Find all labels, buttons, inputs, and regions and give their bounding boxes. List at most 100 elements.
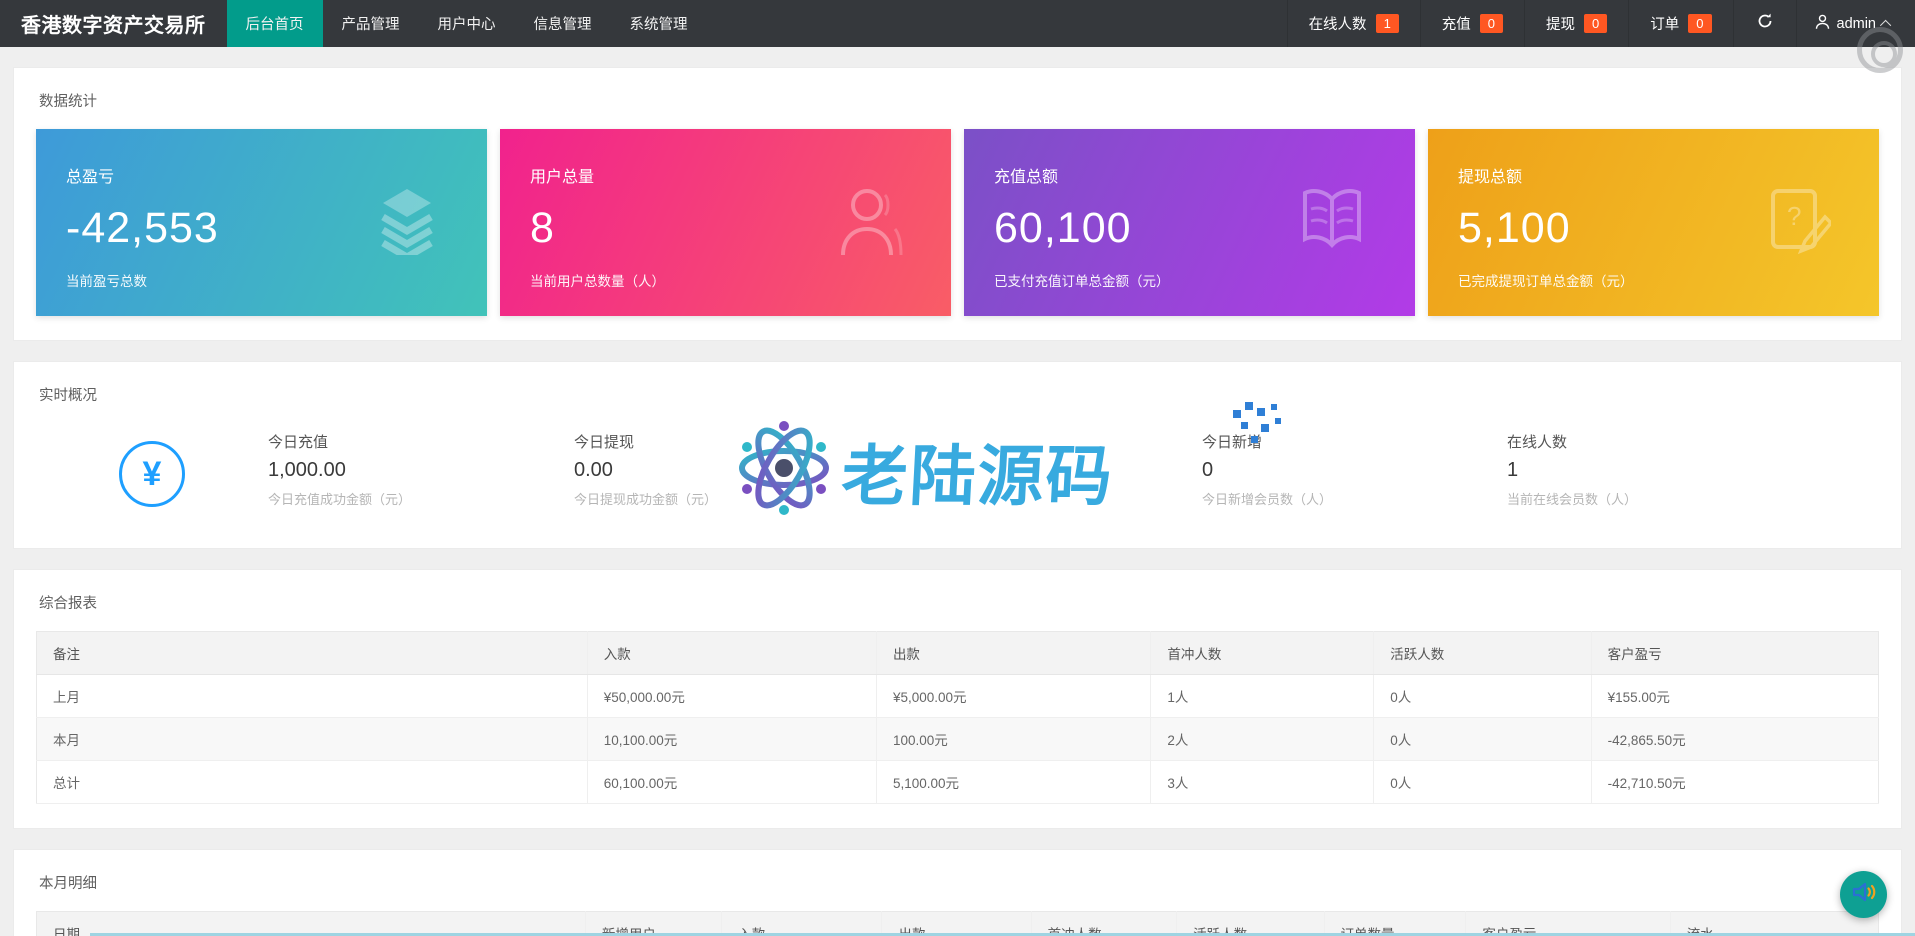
brand-title: 香港数字资产交易所 [21, 15, 206, 37]
card-total-users: 用户总量 8 当前用户总数量（人） [500, 129, 951, 316]
item-desc: 今日提现成功金额（元） [574, 492, 718, 507]
tab-system[interactable]: 系统管理 [611, 0, 707, 47]
main-nav: 后台首页 产品管理 用户中心 信息管理 系统管理 [226, 0, 707, 47]
column-header: 出款 [875, 631, 1151, 675]
column-header: 备注 [36, 631, 588, 675]
table-row: 上月 ¥50,000.00元 ¥5,000.00元 1人 0人 ¥155.00元 [36, 674, 1879, 718]
cell: -42,710.50元 [1590, 760, 1879, 804]
layers-icon [375, 187, 439, 262]
speaker-icon [1850, 878, 1878, 911]
item-value: 0 [1202, 459, 1214, 481]
table-header-row: 备注 入款 出款 首冲人数 活跃人数 客户盈亏 [36, 631, 1879, 675]
recharge-count-item[interactable]: 充值 0 [1419, 0, 1524, 47]
card-subtitle: 当前用户总数量（人） [530, 274, 665, 289]
svg-text:?: ? [1787, 201, 1801, 231]
cell: 1人 [1150, 674, 1374, 718]
detail-panel: 本月明细 日期 新增用户 入款 出款 首冲人数 活跃人数 订单数量 客户盈亏 流… [13, 849, 1902, 936]
realtime-panel: 实时概况 ¥ 今日充值 1,000.00 今日充值成功金额（元） 今日提现 0.… [13, 361, 1902, 549]
document-edit-icon: ? [1767, 187, 1834, 260]
realtime-item-today-new: 今日新增 0 今日新增会员数（人） [1202, 431, 1507, 508]
cell: 0人 [1373, 717, 1592, 761]
top-navbar: 香港数字资产交易所 后台首页 产品管理 用户中心 信息管理 系统管理 在线人数 … [0, 0, 1915, 73]
cell: 本月 [36, 717, 588, 761]
corner-watermark-logo [1857, 27, 1903, 73]
recharge-count-badge: 0 [1479, 14, 1504, 33]
card-title: 提现总额 [1458, 169, 1523, 186]
cell: 100.00元 [875, 717, 1151, 761]
recharge-count-label: 充值 [1441, 17, 1471, 33]
card-title: 充值总额 [994, 169, 1059, 186]
withdraw-count-item[interactable]: 提现 0 [1524, 0, 1628, 47]
tab-info[interactable]: 信息管理 [515, 0, 611, 47]
cell: 5,100.00元 [875, 760, 1151, 804]
item-value: 0.00 [574, 459, 613, 481]
realtime-item-today-recharge: 今日充值 1,000.00 今日充值成功金额（元） [268, 431, 574, 508]
book-icon [1297, 187, 1367, 256]
report-panel-title: 综合报表 [39, 596, 97, 612]
realtime-panel-title: 实时概况 [39, 388, 97, 404]
yen-circle-icon: ¥ [119, 441, 185, 507]
cell: ¥5,000.00元 [875, 674, 1151, 718]
cell: ¥50,000.00元 [586, 674, 877, 718]
refresh-icon [1756, 12, 1774, 35]
item-value: 1,000.00 [268, 459, 346, 481]
withdraw-count-badge: 0 [1584, 14, 1608, 33]
stats-panel: 数据统计 总盈亏 -42,553 当前盈亏总数 用户总量 8 当前用户总数量（人… [13, 67, 1902, 341]
realtime-item-today-withdraw: 今日提现 0.00 今日提现成功金额（元） [574, 431, 1202, 508]
cell: 60,100.00元 [586, 760, 877, 804]
card-total-withdraw: 提现总额 5,100 已完成提现订单总金额（元） ? [1428, 129, 1879, 316]
cell: 2人 [1150, 717, 1374, 761]
cell: 10,100.00元 [586, 717, 877, 761]
stats-panel-title: 数据统计 [39, 94, 97, 110]
cell: -42,865.50元 [1590, 717, 1879, 761]
report-panel: 综合报表 备注 入款 出款 首冲人数 活跃人数 客户盈亏 上月 ¥50,000.… [13, 569, 1902, 829]
card-title: 总盈亏 [66, 169, 115, 186]
realtime-item-online: 在线人数 1 当前在线会员数（人） [1507, 431, 1637, 508]
withdraw-count-label: 提现 [1546, 17, 1576, 33]
cell: 0人 [1373, 760, 1592, 804]
stat-cards-row: 总盈亏 -42,553 当前盈亏总数 用户总量 8 当前用户总数量（人） 充值总… [36, 129, 1879, 316]
online-count-badge: 1 [1375, 14, 1399, 33]
summary-report-table: 备注 入款 出款 首冲人数 活跃人数 客户盈亏 上月 ¥50,000.00元 ¥… [36, 631, 1879, 804]
tab-users[interactable]: 用户中心 [419, 0, 515, 47]
cell: 3人 [1150, 760, 1374, 804]
column-header: 活跃人数 [1373, 631, 1592, 675]
order-count-item[interactable]: 订单 0 [1628, 0, 1732, 47]
order-count-label: 订单 [1650, 17, 1680, 33]
detail-panel-title: 本月明细 [39, 876, 97, 892]
table-row: 本月 10,100.00元 100.00元 2人 0人 -42,865.50元 [36, 717, 1879, 761]
card-title: 用户总量 [530, 169, 595, 186]
item-label: 今日新增 [1202, 434, 1263, 451]
person-icon [1815, 14, 1830, 34]
item-desc: 今日新增会员数（人） [1202, 492, 1333, 507]
tab-products[interactable]: 产品管理 [323, 0, 419, 47]
item-label: 在线人数 [1507, 434, 1568, 451]
navbar-right: 在线人数 1 充值 0 提现 0 订单 0 admin [1286, 0, 1915, 47]
card-subtitle: 当前盈亏总数 [66, 274, 147, 289]
column-header: 首冲人数 [1150, 631, 1374, 675]
card-subtitle: 已完成提现订单总金额（元） [1458, 274, 1634, 289]
column-header: 客户盈亏 [1590, 631, 1879, 675]
cell: 上月 [36, 674, 588, 718]
item-value: 1 [1507, 459, 1519, 481]
item-desc: 今日充值成功金额（元） [268, 492, 412, 507]
item-label: 今日充值 [268, 434, 329, 451]
realtime-row: ¥ 今日充值 1,000.00 今日充值成功金额（元） 今日提现 0.00 今日… [36, 423, 1879, 508]
cell: 0人 [1373, 674, 1592, 718]
item-label: 今日提现 [574, 434, 635, 451]
item-desc: 当前在线会员数（人） [1507, 492, 1638, 507]
online-count-label: 在线人数 [1308, 17, 1367, 33]
column-header: 入款 [586, 631, 877, 675]
online-count-item[interactable]: 在线人数 1 [1286, 0, 1420, 47]
user-icon [837, 187, 903, 262]
card-subtitle: 已支付充值订单总金额（元） [994, 274, 1170, 289]
tab-dashboard[interactable]: 后台首页 [226, 0, 323, 47]
card-total-recharge: 充值总额 60,100 已支付充值订单总金额（元） [964, 129, 1415, 316]
order-count-badge: 0 [1688, 14, 1712, 33]
cell: ¥155.00元 [1590, 674, 1879, 718]
card-total-profit: 总盈亏 -42,553 当前盈亏总数 [36, 129, 487, 316]
currency-icon-wrap: ¥ [36, 431, 268, 507]
refresh-button[interactable] [1732, 0, 1796, 47]
sound-float-button[interactable] [1840, 871, 1887, 918]
cell: 总计 [36, 760, 588, 804]
